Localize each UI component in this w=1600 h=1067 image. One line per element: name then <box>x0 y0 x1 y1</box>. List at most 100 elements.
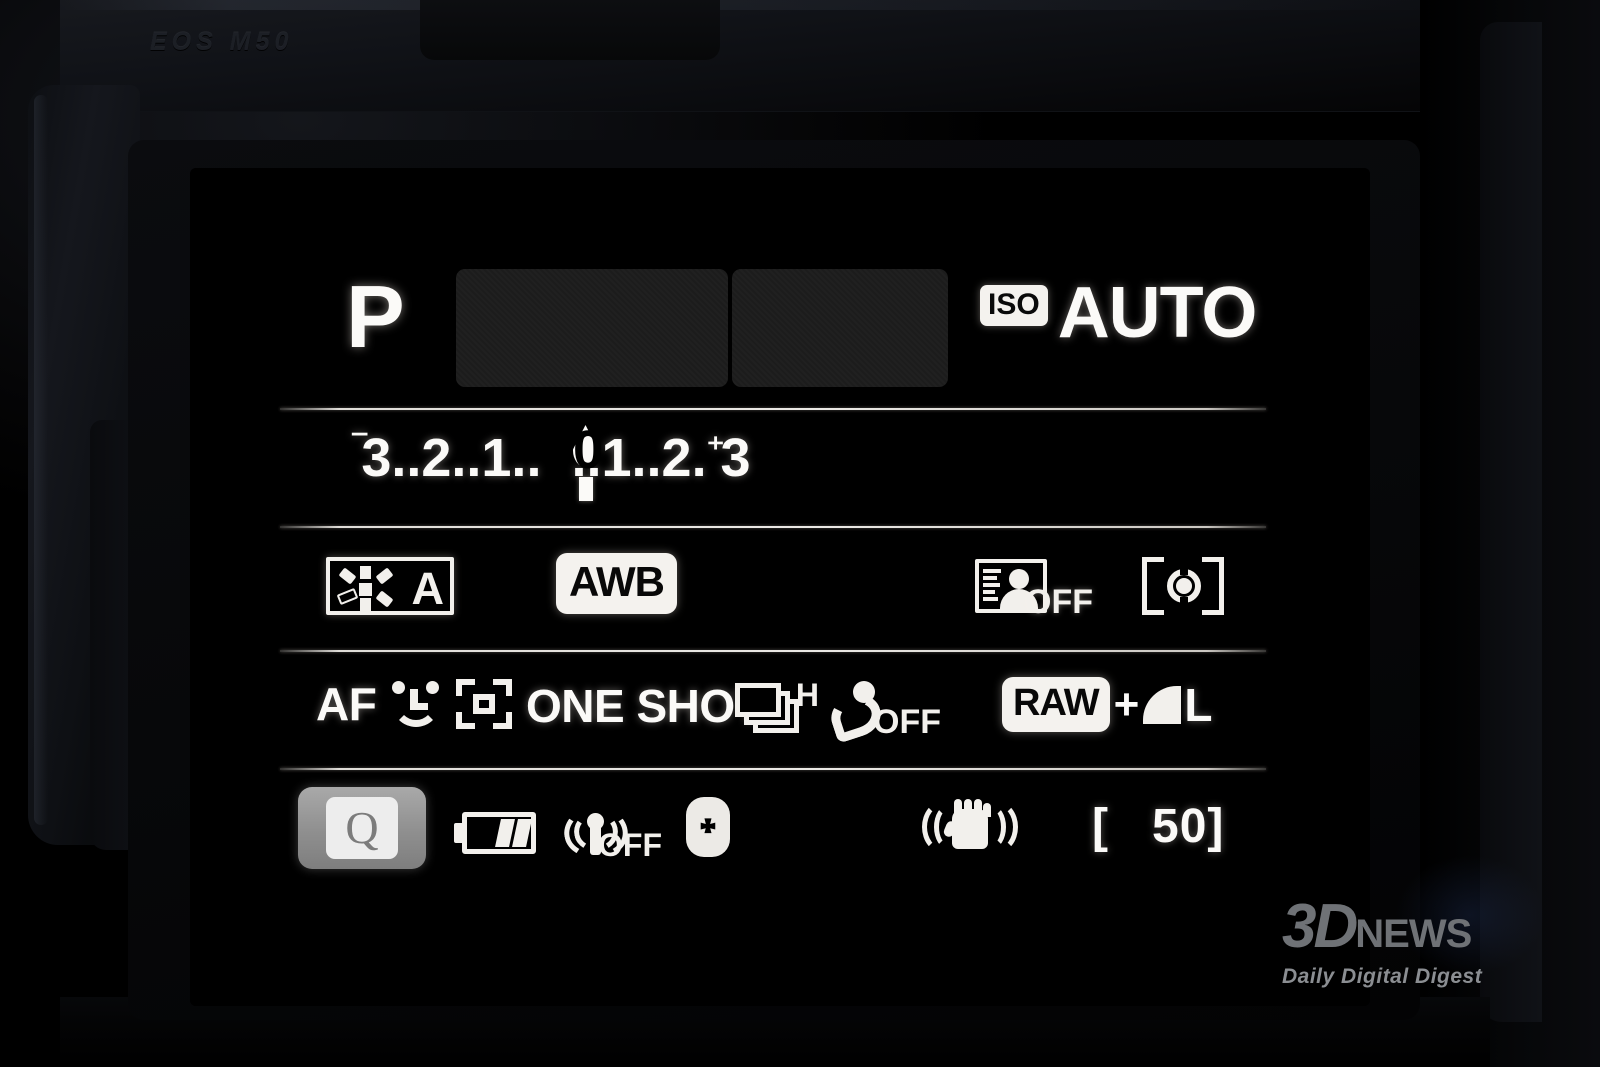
meter-corner <box>1142 595 1164 615</box>
meter-corner <box>1202 595 1224 615</box>
image-settings-row: A AWB OFF <box>280 531 1266 647</box>
af-frame-corner <box>493 712 513 729</box>
face-tracking-icon <box>388 681 444 727</box>
face-eye-right <box>426 681 440 694</box>
autofocus-label: AF <box>316 678 377 730</box>
meter-corner <box>1202 557 1224 577</box>
watermark-news: NEWS <box>1355 912 1472 956</box>
exposure-compensation-scale: ‾3..2..1..0..1..2.⁺3 <box>354 419 751 488</box>
continuous-shooting-icon: H <box>735 679 819 735</box>
self-timer-icon: OFF <box>825 681 941 744</box>
iso-badge: ISO <box>980 285 1048 326</box>
meter-ring-gap <box>1180 565 1188 575</box>
raw-quality-badge: RAW <box>1002 677 1110 732</box>
expo-left-ticks: 3..2..1.. <box>361 428 542 488</box>
autofocus-item[interactable]: AF <box>316 678 513 730</box>
evaluative-metering-icon <box>1142 557 1224 615</box>
picture-style-item[interactable]: A <box>326 557 454 615</box>
ps-ray-se <box>375 590 394 608</box>
white-balance-value: AWB <box>556 553 677 614</box>
watermark: 3DNEWS Daily Digital Digest <box>1282 896 1562 989</box>
meter-ring-gap <box>1180 597 1188 607</box>
watermark-3d: 3D <box>1282 892 1358 961</box>
divider-3 <box>280 650 1266 652</box>
iso-group[interactable]: ISO AUTO <box>980 273 1258 353</box>
alo-bar <box>983 590 995 594</box>
divider-2 <box>280 526 1266 528</box>
quick-menu-label: Q <box>326 797 398 859</box>
drive-speed-label: H <box>795 677 819 713</box>
ps-ray-ne <box>375 567 394 585</box>
is-finger <box>954 799 962 817</box>
exposure-compensation-row[interactable]: ‾3..2..1..0..1..2.⁺3 0 <box>280 411 1266 524</box>
af-frame-corner <box>493 679 513 696</box>
image-stabilizer-item <box>912 799 1030 855</box>
alo-bar <box>983 576 997 580</box>
is-finger <box>964 799 972 817</box>
shutter-speed-field[interactable] <box>456 269 728 387</box>
wifi-icon[interactable]: OFF <box>559 798 662 864</box>
alo-bar <box>983 583 1000 587</box>
exposure-level-marker <box>579 477 593 501</box>
af-frame-center <box>473 694 496 714</box>
q-button-shape: Q <box>298 787 426 869</box>
ps-ray-bottom <box>360 598 371 611</box>
bluetooth-item[interactable]: ᛭ <box>686 797 730 857</box>
watermark-logo: 3DNEWS <box>1282 896 1562 963</box>
alo-state-label: OFF <box>1025 583 1093 621</box>
quality-plus-sign: + <box>1113 679 1140 729</box>
metering-mode-item[interactable] <box>1142 557 1224 615</box>
watermark-tagline: Daily Digital Digest <box>1282 965 1483 988</box>
ps-ray-sw <box>336 587 359 606</box>
ps-ray-nw <box>338 567 357 585</box>
remaining-shots-item: [ 50] <box>1092 803 1224 851</box>
image-stabilizer-icon <box>912 799 1030 855</box>
picture-style-label: A <box>411 563 445 614</box>
white-balance-item[interactable]: AWB <box>556 553 677 614</box>
alo-bar <box>983 597 998 601</box>
divider-1 <box>280 408 1266 410</box>
face-eye-left <box>392 681 406 694</box>
drive-mode-item[interactable]: H OFF <box>735 679 941 744</box>
is-finger <box>974 799 982 817</box>
ps-ray-top <box>360 566 371 579</box>
fine-quality-icon <box>1143 685 1182 724</box>
meter-side <box>1142 575 1147 597</box>
divider-4 <box>280 768 1266 770</box>
picture-style-auto-icon: A <box>326 557 454 615</box>
camera-top-highlight <box>60 0 1490 10</box>
aperture-field[interactable] <box>732 269 948 387</box>
is-finger <box>983 803 991 817</box>
meter-side <box>1219 575 1224 597</box>
exposure-zero-label: 0 <box>573 420 604 480</box>
image-quality-item[interactable]: RAW + L <box>1002 677 1212 732</box>
self-timer-state-label: OFF <box>873 703 941 741</box>
af-operation-label: ONE SHOT <box>526 680 763 732</box>
viewfinder-hump <box>420 0 720 60</box>
auto-lighting-optimizer-item[interactable]: OFF <box>975 559 1093 619</box>
auto-lighting-optimizer-icon: OFF <box>975 559 1093 619</box>
iso-value: AUTO <box>1057 273 1258 353</box>
shooting-mode-indicator[interactable]: P <box>346 273 405 361</box>
af-area-frame-icon <box>456 679 513 729</box>
ps-center <box>359 583 372 596</box>
image-size-label: L <box>1184 678 1212 731</box>
drive-frame <box>735 683 781 717</box>
af-frame-corner <box>456 712 476 729</box>
camera-left-grip-highlight <box>34 95 48 825</box>
quick-menu-button[interactable]: Q <box>298 787 426 869</box>
remaining-shots-counter: [ 50] <box>1092 800 1225 853</box>
status-row: Q OFF ᛭ [50] <box>280 773 1266 891</box>
expo-right-end: 3 <box>720 428 751 488</box>
battery-icon <box>454 812 536 854</box>
camera-model-label: EOS M50 <box>150 28 294 56</box>
alo-bar <box>983 569 1001 573</box>
focus-drive-row: AF ONE SHOT H OFF RAW + L <box>280 655 1266 765</box>
af-operation-item[interactable]: ONE SHOT <box>526 680 763 732</box>
meter-center-dot <box>1176 578 1192 594</box>
camera-right-rail <box>1480 22 1542 1022</box>
meter-corner <box>1142 557 1164 577</box>
face-smile <box>392 699 441 727</box>
shooting-info-display: P ISO AUTO ‾3..2..1..0..1..2.⁺3 0 <box>280 255 1270 895</box>
exposure-row: P ISO AUTO <box>280 255 1266 405</box>
